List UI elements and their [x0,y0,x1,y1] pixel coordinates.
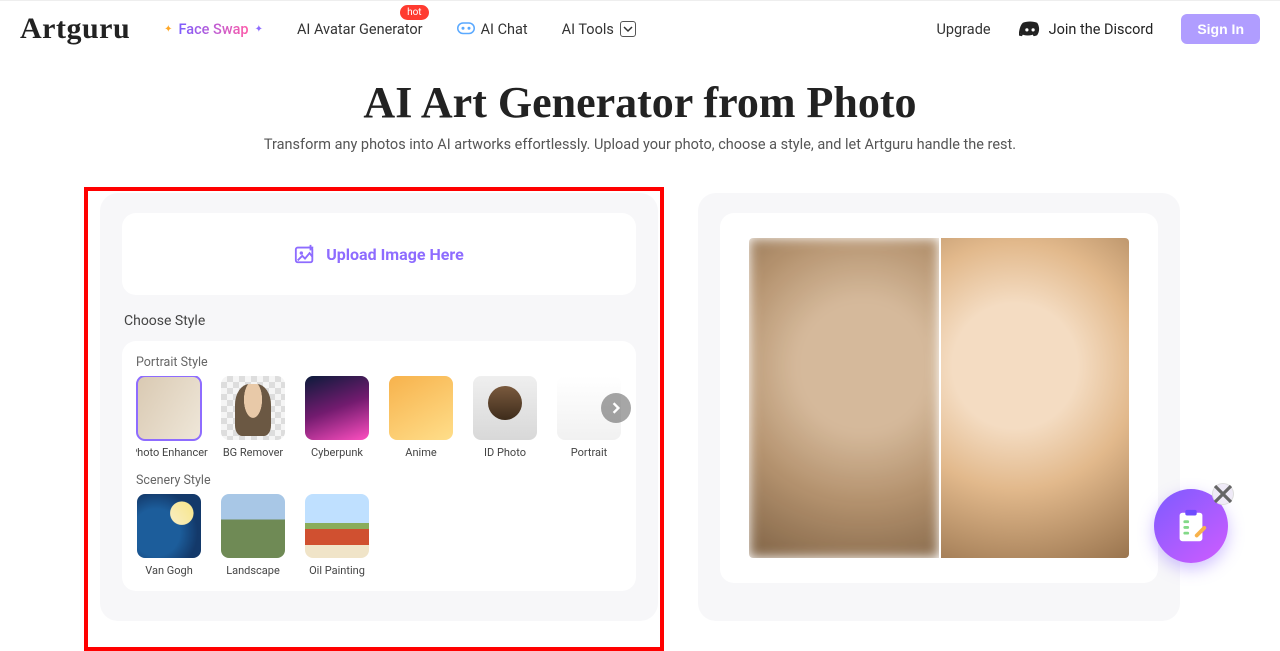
style-caption: Photo Enhancer [136,446,208,459]
upload-dropzone[interactable]: Upload Image Here [122,213,636,295]
close-icon [1213,475,1233,513]
feedback-fab[interactable] [1154,489,1228,563]
style-thumbnail [221,494,285,558]
sparkle-icon: ✦ [164,24,172,35]
choose-style-heading: Choose Style [124,313,636,329]
preview-area [720,213,1158,583]
style-caption: Portrait [571,446,608,459]
panels: Upload Image Here Choose Style Portrait … [0,153,1280,621]
header-right: Upgrade Join the Discord Sign In [936,14,1260,44]
logo[interactable]: Artguru [20,12,130,46]
left-panel-wrap: Upload Image Here Choose Style Portrait … [100,193,658,621]
page-title: AI Art Generator from Photo [0,77,1280,128]
nav-avatar-generator[interactable]: AI Avatar Generator hot [297,21,423,38]
style-thumbnail [473,376,537,440]
scenery-style-row: Van Gogh Landscape Oil Painting [136,494,622,577]
discord-label: Join the Discord [1049,21,1154,38]
style-caption: Oil Painting [309,564,365,577]
nav-avatar-label: AI Avatar Generator [297,21,423,38]
chevron-right-icon [610,402,622,414]
nav-ai-tools[interactable]: AI Tools [562,21,636,38]
portrait-style-item[interactable]: BG Remover [220,376,286,459]
chat-icon [457,22,475,36]
hot-badge: hot [400,5,428,20]
left-panel: Upload Image Here Choose Style Portrait … [100,193,658,621]
nav-ai-chat[interactable]: AI Chat [457,21,528,38]
discord-link[interactable]: Join the Discord [1019,21,1154,38]
signin-button[interactable]: Sign In [1181,14,1260,44]
style-thumbnail [221,376,285,440]
style-thumbnail [389,376,453,440]
upload-image-icon [294,243,316,265]
nav-tools-label: AI Tools [562,21,614,38]
style-thumbnail [137,494,201,558]
preview-after [939,238,1129,558]
preview-before [749,238,939,558]
compare-divider[interactable] [939,238,941,558]
chevron-down-icon [620,21,636,37]
upload-label: Upload Image Here [326,245,464,264]
page-subtitle: Transform any photos into AI artworks ef… [0,136,1280,153]
discord-icon [1019,21,1041,37]
scenery-style-item[interactable]: Van Gogh [136,494,202,577]
style-thumbnail [137,376,201,440]
style-caption: BG Remover [223,446,283,459]
portrait-style-item[interactable]: ID Photo [472,376,538,459]
nav-chat-label: AI Chat [481,21,528,38]
main-nav: ✦ Face Swap ✦ AI Avatar Generator hot AI… [164,21,636,38]
scenery-style-item[interactable]: Landscape [220,494,286,577]
scenery-style-label: Scenery Style [136,473,622,488]
scroll-next-button[interactable] [601,393,631,423]
style-caption: Van Gogh [145,564,193,577]
portrait-style-item[interactable]: Anime [388,376,454,459]
hero: AI Art Generator from Photo Transform an… [0,77,1280,153]
right-panel [698,193,1180,621]
portrait-style-item[interactable]: Photo Enhancer [136,376,202,459]
style-thumbnail [305,376,369,440]
nav-face-swap[interactable]: ✦ Face Swap ✦ [164,21,263,38]
scenery-style-item[interactable]: Oil Painting [304,494,370,577]
sparkle-icon: ✦ [255,24,263,35]
before-after-image [749,238,1129,558]
style-caption: Landscape [226,564,280,577]
header: Artguru ✦ Face Swap ✦ AI Avatar Generato… [0,1,1280,57]
clipboard-icon [1172,507,1210,545]
portrait-style-label: Portrait Style [136,355,622,370]
portrait-style-item[interactable]: Cyberpunk [304,376,370,459]
upgrade-link[interactable]: Upgrade [936,21,990,38]
style-thumbnail [305,494,369,558]
style-caption: Cyberpunk [311,446,363,459]
style-caption: ID Photo [484,446,526,459]
style-caption: Anime [405,446,436,459]
nav-face-swap-label: Face Swap [179,21,249,38]
feedback-close-button[interactable] [1212,483,1234,505]
portrait-style-row: Photo Enhancer BG Remover Cyberpunk Anime ID… [136,376,622,459]
style-card: Portrait Style Photo Enhancer BG Remover C… [122,341,636,591]
